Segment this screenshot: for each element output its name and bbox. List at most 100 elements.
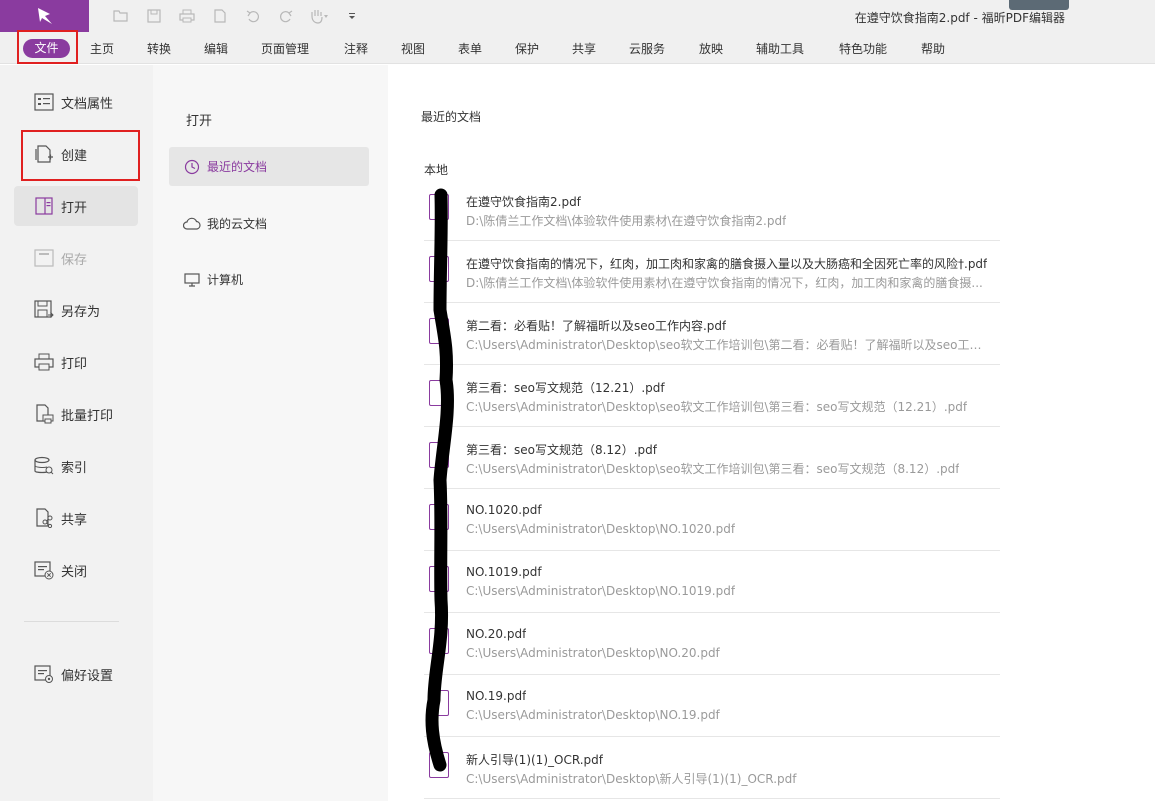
pdf-file-icon — [429, 318, 449, 344]
file-name: 在遵守饮食指南的情况下，红肉，加工肉和家禽的膳食摄入量以及大肠癌和全因死亡率的风… — [466, 255, 987, 272]
title-bar: 在遵守饮食指南2.pdf - 福昕PDF编辑器 — [0, 0, 1155, 32]
pdf-file-icon — [429, 194, 449, 220]
open-icon[interactable] — [104, 6, 137, 26]
preferences-icon — [34, 664, 54, 684]
close-doc-icon — [34, 560, 54, 580]
file-path: C:\Users\Administrator\Desktop\seo软文工作培训… — [466, 398, 967, 415]
file-path: C:\Users\Administrator\Desktop\NO.1019.p… — [466, 584, 735, 598]
file-path: C:\Users\Administrator\Desktop\seo软文工作培训… — [466, 336, 990, 353]
print-icon — [34, 352, 54, 372]
nav-index[interactable]: 索引 — [14, 446, 138, 486]
menu-features[interactable]: 特色功能 — [839, 40, 887, 57]
foxit-logo-icon — [34, 5, 56, 27]
new-icon[interactable] — [203, 6, 236, 26]
file-path: C:\Users\Administrator\Desktop\NO.1020.p… — [466, 522, 735, 536]
nav-label: 另存为 — [61, 301, 100, 320]
customize-icon[interactable] — [335, 6, 368, 26]
nav-batch-print[interactable]: 批量打印 — [14, 394, 138, 434]
nav-label: 打开 — [61, 197, 87, 216]
save-icon — [34, 248, 54, 268]
recent-file-row[interactable]: 新人引导(1)(1)_OCR.pdf C:\Users\Administrato… — [424, 737, 1000, 799]
nav-label: 批量打印 — [61, 405, 113, 424]
recent-file-row[interactable]: NO.1019.pdf C:\Users\Administrator\Deskt… — [424, 551, 1000, 613]
panel-title: 打开 — [186, 110, 212, 129]
nav-label: 共享 — [61, 509, 87, 528]
file-path: D:\陈倩兰工作文档\体验软件使用素材\在遵守饮食指南2.pdf — [466, 212, 786, 229]
pdf-file-icon — [429, 752, 449, 778]
file-name: NO.20.pdf — [466, 627, 526, 641]
file-name: 在遵守饮食指南2.pdf — [466, 193, 581, 210]
open-recent-documents[interactable]: 最近的文档 — [169, 147, 369, 186]
pdf-file-icon — [429, 690, 449, 716]
menu-help[interactable]: 帮助 — [921, 40, 945, 57]
properties-icon — [34, 92, 54, 112]
window-controls-strip[interactable] — [1009, 0, 1069, 10]
file-path: D:\陈倩兰工作文档\体验软件使用素材\在遵守饮食指南的情况下，红肉，加工肉和家… — [466, 274, 983, 291]
recent-file-row[interactable]: NO.19.pdf C:\Users\Administrator\Desktop… — [424, 675, 1000, 737]
recent-file-row[interactable]: NO.1020.pdf C:\Users\Administrator\Deskt… — [424, 489, 1000, 551]
cloud-icon — [183, 215, 201, 233]
file-name: 第三看：seo写文规范（12.21）.pdf — [466, 379, 665, 396]
menu-view[interactable]: 视图 — [401, 40, 425, 57]
recent-file-row[interactable]: NO.20.pdf C:\Users\Administrator\Desktop… — [424, 613, 1000, 675]
recent-file-row[interactable]: 第三看：seo写文规范（8.12）.pdf C:\Users\Administr… — [424, 427, 1000, 489]
share-icon — [34, 508, 54, 528]
menu-edit[interactable]: 编辑 — [204, 40, 228, 57]
menu-page-manage[interactable]: 页面管理 — [261, 40, 309, 57]
menu-comment[interactable]: 注释 — [344, 40, 368, 57]
nav-close[interactable]: 关闭 — [14, 550, 138, 590]
recent-file-row[interactable]: 第三看：seo写文规范（12.21）.pdf C:\Users\Administ… — [424, 365, 1000, 427]
nav-label: 文档属性 — [61, 93, 113, 112]
open-cloud-documents[interactable]: 我的云文档 — [169, 204, 369, 243]
menu-protect[interactable]: 保护 — [515, 40, 539, 57]
nav-label: 保存 — [61, 249, 87, 268]
file-name: NO.1019.pdf — [466, 565, 542, 579]
index-icon — [34, 456, 54, 476]
pdf-file-icon — [429, 442, 449, 468]
open-computer[interactable]: 计算机 — [169, 260, 369, 299]
recent-file-row[interactable]: 在遵守饮食指南2.pdf D:\陈倩兰工作文档\体验软件使用素材\在遵守饮食指南… — [424, 179, 1000, 241]
file-name: NO.1020.pdf — [466, 503, 542, 517]
redo-icon[interactable] — [269, 6, 302, 26]
recent-documents-view: 最近的文档 本地 在遵守饮食指南2.pdf D:\陈倩兰工作文档\体验软件使用素… — [388, 65, 1155, 801]
nav-save[interactable]: 保存 — [14, 238, 138, 278]
menu-accessibility[interactable]: 辅助工具 — [756, 40, 804, 57]
file-path: C:\Users\Administrator\Desktop\NO.20.pdf — [466, 646, 720, 660]
menu-convert[interactable]: 转换 — [147, 40, 171, 57]
annotation-box-create — [21, 130, 140, 181]
nav-label: 关闭 — [61, 561, 87, 580]
pdf-file-icon — [429, 256, 449, 282]
print-icon[interactable] — [170, 6, 203, 26]
nav-print[interactable]: 打印 — [14, 342, 138, 382]
recent-file-row[interactable]: 第二看：必看贴！了解福昕以及seo工作内容.pdf C:\Users\Admin… — [424, 303, 1000, 365]
save-icon[interactable] — [137, 6, 170, 26]
save-as-icon — [34, 300, 54, 320]
nav-share[interactable]: 共享 — [14, 498, 138, 538]
pdf-file-icon — [429, 380, 449, 406]
menu-bar: 文件 主页 转换 编辑 页面管理 注释 视图 表单 保护 共享 云服务 放映 辅… — [0, 32, 1155, 64]
menu-slideshow[interactable]: 放映 — [699, 40, 723, 57]
window-title: 在遵守饮食指南2.pdf - 福昕PDF编辑器 — [855, 9, 1065, 26]
nav-preferences[interactable]: 偏好设置 — [14, 654, 138, 694]
pdf-file-icon — [429, 504, 449, 530]
open-book-icon — [34, 196, 54, 216]
nav-label: 偏好设置 — [61, 665, 113, 684]
menu-home[interactable]: 主页 — [90, 40, 114, 57]
nav-save-as[interactable]: 另存为 — [14, 290, 138, 330]
undo-icon[interactable] — [236, 6, 269, 26]
recent-file-list: 在遵守饮食指南2.pdf D:\陈倩兰工作文档\体验软件使用素材\在遵守饮食指南… — [424, 179, 1000, 799]
hand-tool-icon[interactable] — [302, 6, 335, 26]
file-name: 第三看：seo写文规范（8.12）.pdf — [466, 441, 657, 458]
recent-file-row[interactable]: 在遵守饮食指南的情况下，红肉，加工肉和家禽的膳食摄入量以及大肠癌和全因死亡率的风… — [424, 241, 1000, 303]
file-name: 第二看：必看贴！了解福昕以及seo工作内容.pdf — [466, 317, 726, 334]
menu-share[interactable]: 共享 — [572, 40, 596, 57]
batch-print-icon — [34, 404, 54, 424]
panel-item-label: 我的云文档 — [207, 215, 267, 232]
menu-cloud[interactable]: 云服务 — [629, 40, 665, 57]
nav-open[interactable]: 打开 — [14, 186, 138, 226]
menu-form[interactable]: 表单 — [458, 40, 482, 57]
nav-document-properties[interactable]: 文档属性 — [14, 82, 138, 122]
panel-item-label: 最近的文档 — [207, 158, 267, 175]
app-logo[interactable] — [0, 0, 89, 32]
quick-access-toolbar — [104, 6, 368, 26]
